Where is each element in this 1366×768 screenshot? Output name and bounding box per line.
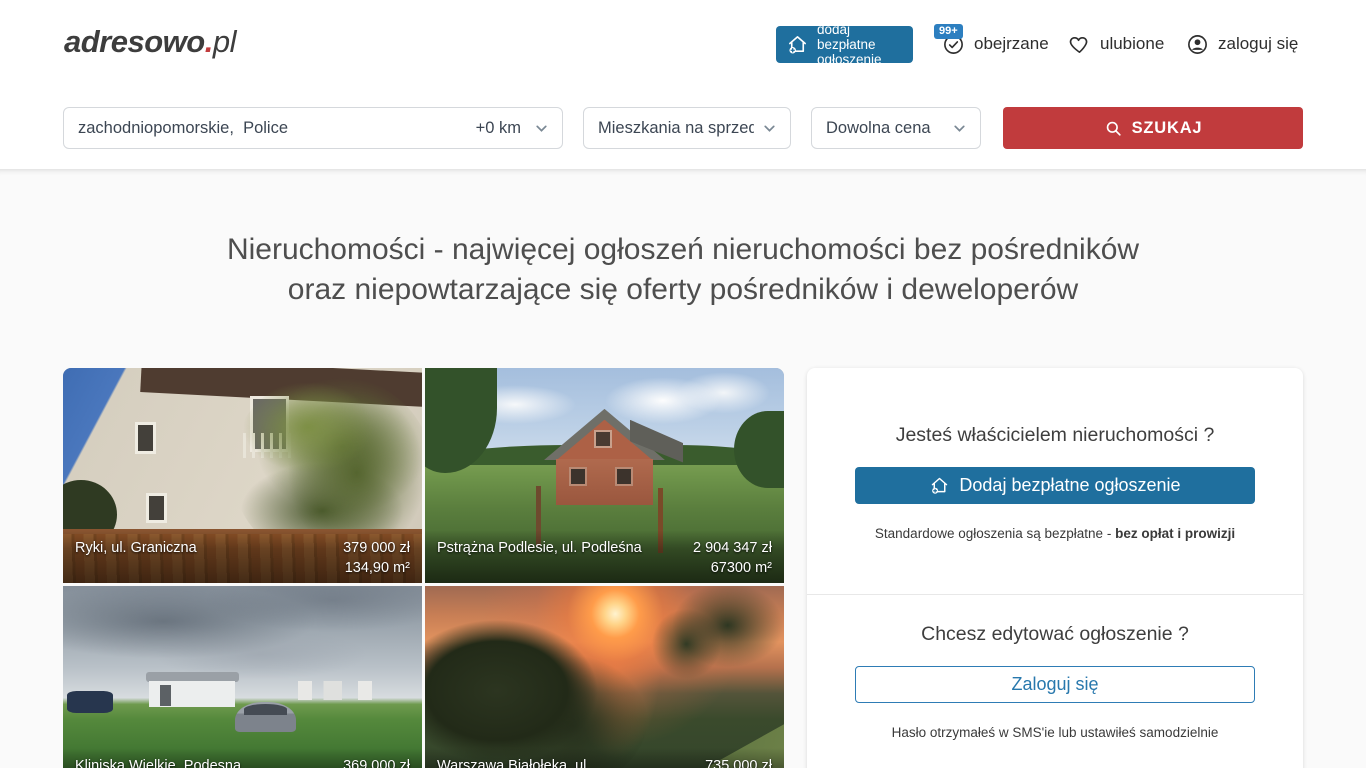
- photo-shed-door: [160, 685, 171, 707]
- nav-login-label: zaloguj się: [1218, 34, 1298, 54]
- category-value: Mieszkania na sprzedaż: [598, 119, 754, 138]
- logo-dot: .: [205, 24, 213, 59]
- edit-note: Hasło otrzymałeś w SMS'ie lub ustawiłeś …: [807, 724, 1303, 742]
- listing-card-1[interactable]: Ryki, ul. Graniczna 379 000 zł 134,90 m²: [63, 368, 422, 583]
- photo-trampoline: [67, 691, 114, 713]
- page: adresowo.pl dodaj bezpłatne ogłoszenie 9…: [0, 0, 1366, 768]
- location-input[interactable]: [78, 119, 476, 138]
- sidebar-panel: Jesteś właścicielem nieruchomości ? Doda…: [807, 368, 1303, 768]
- add-listing-label: dodaj bezpłatne ogłoszenie: [817, 22, 903, 67]
- nav-favorites-label: ulubione: [1100, 34, 1164, 54]
- listing-photo-lawn: [63, 586, 422, 768]
- house-plus-icon: [929, 475, 950, 496]
- photo-cloud: [605, 372, 770, 424]
- photo-car-window: [244, 704, 287, 715]
- sidebar-add-listing-label: Dodaj bezpłatne ogłoszenie: [959, 475, 1180, 496]
- listing-location: Ryki, ul. Graniczna: [75, 538, 331, 578]
- listing-location: Warszawa Białołęka, ul.: [437, 756, 693, 768]
- add-listing-button[interactable]: dodaj bezpłatne ogłoszenie: [776, 26, 913, 63]
- owner-note-bold: bez opłat i prowizji: [1115, 526, 1235, 541]
- listing-label: Pstrążna Podlesie, ul. Podleśna 2 904 34…: [425, 530, 784, 583]
- listing-card-3[interactable]: Kliniska Wielkie, Podesna 369 000 zł: [63, 586, 422, 768]
- nav-login[interactable]: zaloguj się: [1186, 31, 1298, 57]
- owner-note: Standardowe ogłoszenia są bezpłatne - be…: [807, 525, 1303, 543]
- listing-location: Kliniska Wielkie, Podesna: [75, 756, 331, 768]
- house-plus-icon: [786, 33, 809, 56]
- photo-trees: [637, 586, 784, 694]
- listing-grid: Ryki, ul. Graniczna 379 000 zł 134,90 m²: [63, 368, 784, 768]
- search-button[interactable]: SZUKAJ: [1003, 107, 1303, 149]
- photo-window: [135, 422, 157, 454]
- user-circle-icon: [1186, 33, 1209, 56]
- owner-heading: Jesteś właścicielem nieruchomości ?: [807, 368, 1303, 448]
- price-value: Dowolna cena: [826, 119, 931, 138]
- viewed-count-badge: 99+: [934, 24, 963, 39]
- listing-area: 67300 m²: [693, 558, 772, 578]
- listing-label: Warszawa Białołęka, ul. 735 000 zł: [425, 748, 784, 768]
- logo[interactable]: adresowo.pl: [64, 24, 236, 60]
- listing-price: 369 000 zł: [343, 756, 410, 768]
- nav-favorites[interactable]: ulubione: [1068, 31, 1164, 57]
- chevron-down-icon: [761, 120, 778, 137]
- listing-label: Ryki, ul. Graniczna 379 000 zł 134,90 m²: [63, 530, 422, 583]
- photo-houses: [289, 681, 404, 700]
- listing-price: 379 000 zł: [343, 538, 410, 558]
- listing-area: 134,90 m²: [343, 558, 410, 578]
- photo-window: [615, 467, 633, 486]
- page-title: Nieruchomości - najwięcej ogłoszeń nieru…: [0, 230, 1366, 310]
- heart-icon: [1068, 33, 1091, 56]
- listing-price: 735 000 zł: [705, 756, 772, 768]
- search-button-label: SZUKAJ: [1132, 119, 1203, 138]
- listing-card-2[interactable]: Pstrążna Podlesie, ul. Podleśna 2 904 34…: [425, 368, 784, 583]
- edit-heading: Chcesz edytować ogłoszenie ?: [807, 595, 1303, 647]
- photo-window: [594, 430, 612, 447]
- photo-window: [569, 467, 587, 486]
- sidebar-login-label: Zaloguj się: [1011, 674, 1098, 695]
- photo-window: [146, 493, 168, 523]
- listing-card-4[interactable]: Warszawa Białołęka, ul. 735 000 zł: [425, 586, 784, 768]
- logo-suffix: pl: [213, 24, 236, 59]
- radius-value[interactable]: +0 km: [476, 119, 521, 138]
- chevron-down-icon[interactable]: [533, 120, 550, 137]
- sidebar-add-listing-button[interactable]: Dodaj bezpłatne ogłoszenie: [855, 467, 1255, 504]
- price-select[interactable]: Dowolna cena: [811, 107, 981, 149]
- nav-viewed[interactable]: 99+ obejrzane: [942, 31, 1049, 57]
- listing-price: 2 904 347 zł: [693, 538, 772, 558]
- chevron-down-icon: [951, 120, 968, 137]
- sidebar-login-button[interactable]: Zaloguj się: [855, 666, 1255, 703]
- listing-label: Kliniska Wielkie, Podesna 369 000 zł: [63, 748, 422, 768]
- nav-viewed-label: obejrzane: [974, 34, 1049, 54]
- listing-location: Pstrążna Podlesie, ul. Podleśna: [437, 538, 681, 578]
- location-field[interactable]: +0 km: [63, 107, 563, 149]
- search-icon: [1104, 119, 1123, 138]
- logo-main: adresowo: [64, 24, 205, 59]
- category-select[interactable]: Mieszkania na sprzedaż: [583, 107, 791, 149]
- listing-photo-sunset: [425, 586, 784, 768]
- check-circle-icon: 99+: [942, 33, 965, 56]
